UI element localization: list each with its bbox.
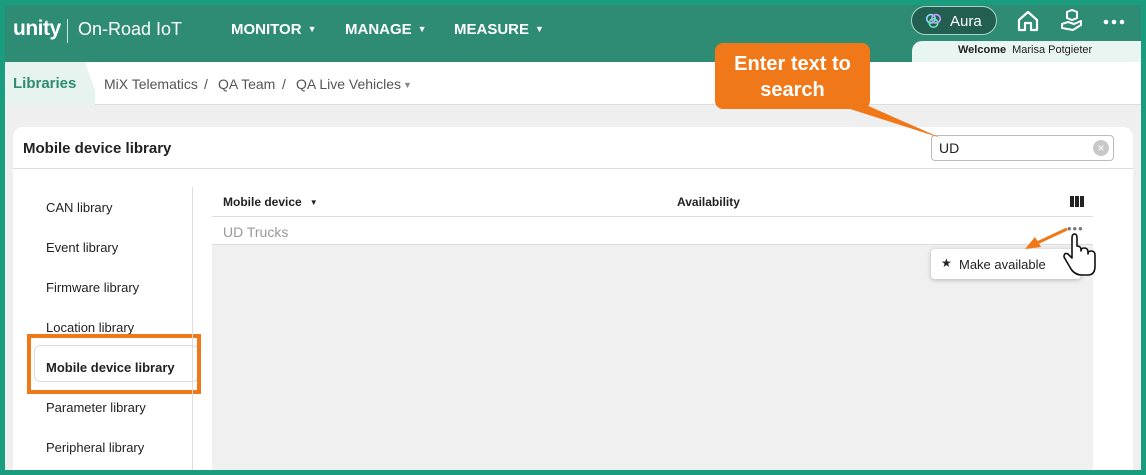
app-window: unity On-Road IoT MONITOR ▼ MANAGE ▼ MEASU… <box>5 5 1141 470</box>
arrow-head-icon <box>1025 237 1041 249</box>
arrow-line <box>1036 227 1068 245</box>
search-callout: Enter text to search <box>715 43 870 109</box>
annotation-overlay <box>825 101 1096 276</box>
hand-cursor-icon <box>1063 233 1096 276</box>
